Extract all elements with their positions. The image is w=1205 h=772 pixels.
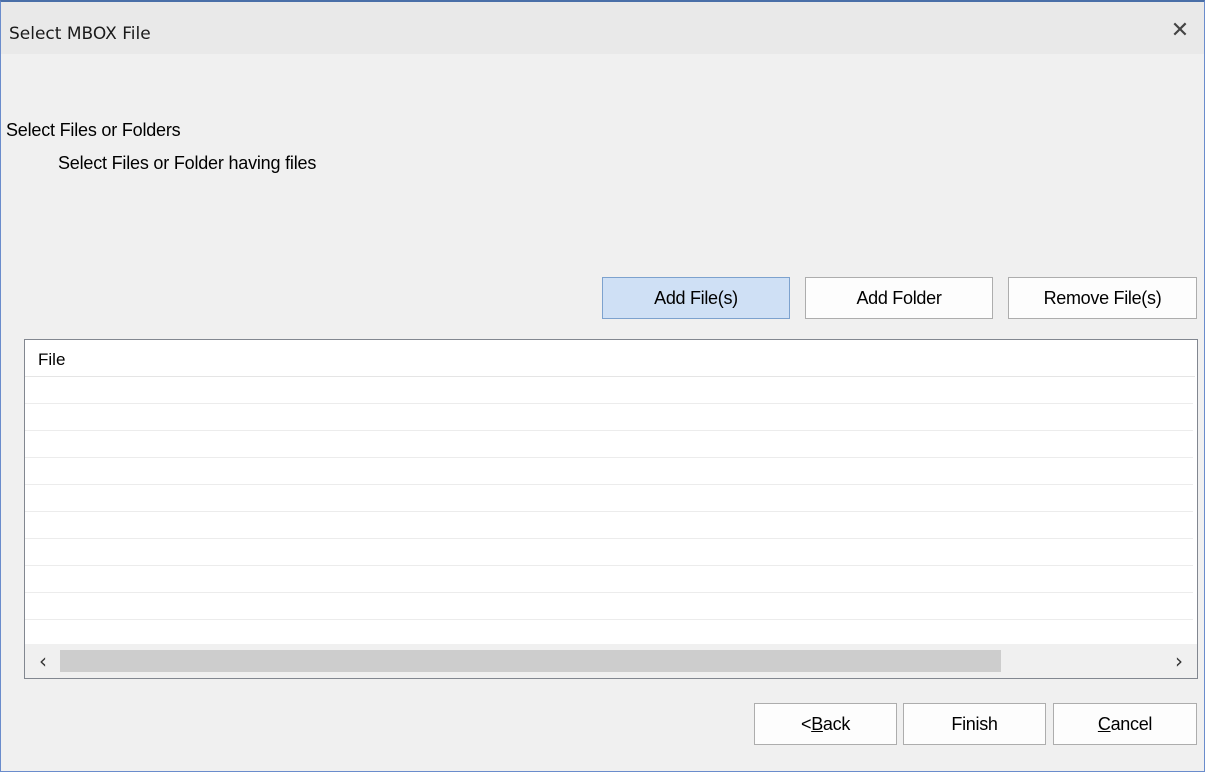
back-button[interactable]: < Back [754,703,897,745]
back-prefix: < [800,713,812,734]
page-subheading: Select Files or Folder having files [58,153,317,173]
window-title: Select MBOX File [9,24,151,44]
file-list-rows [25,377,1193,620]
back-accel: B [811,713,823,734]
back-rest: ack [822,713,851,734]
column-header-label: File [38,350,66,369]
list-item [25,404,1193,431]
scrollbar-thumb[interactable] [60,650,1001,672]
add-files-button[interactable]: Add File(s) [602,277,790,319]
cancel-button[interactable]: Cancel [1053,703,1197,745]
list-item [25,458,1193,485]
file-list[interactable]: File ‹ › [24,339,1198,679]
cancel-rest: ancel [1110,713,1153,734]
page-heading: Select Files or Folders [6,120,181,140]
list-item [25,485,1193,512]
cancel-accel: C [1097,713,1111,734]
list-item [25,566,1193,593]
close-icon[interactable]: ✕ [1168,18,1192,42]
scroll-left-icon[interactable]: ‹ [27,644,59,678]
scroll-right-icon[interactable]: › [1163,644,1195,678]
column-header-file[interactable]: File [25,340,1195,377]
finish-button[interactable]: Finish [903,703,1046,745]
list-item [25,539,1193,566]
remove-files-button[interactable]: Remove File(s) [1008,277,1197,319]
list-item [25,431,1193,458]
horizontal-scrollbar[interactable]: ‹ › [25,644,1197,678]
list-item [25,377,1193,404]
add-folder-button[interactable]: Add Folder [805,277,993,319]
list-item [25,593,1193,620]
title-bar: Select MBOX File ✕ [1,2,1204,54]
list-item [25,512,1193,539]
